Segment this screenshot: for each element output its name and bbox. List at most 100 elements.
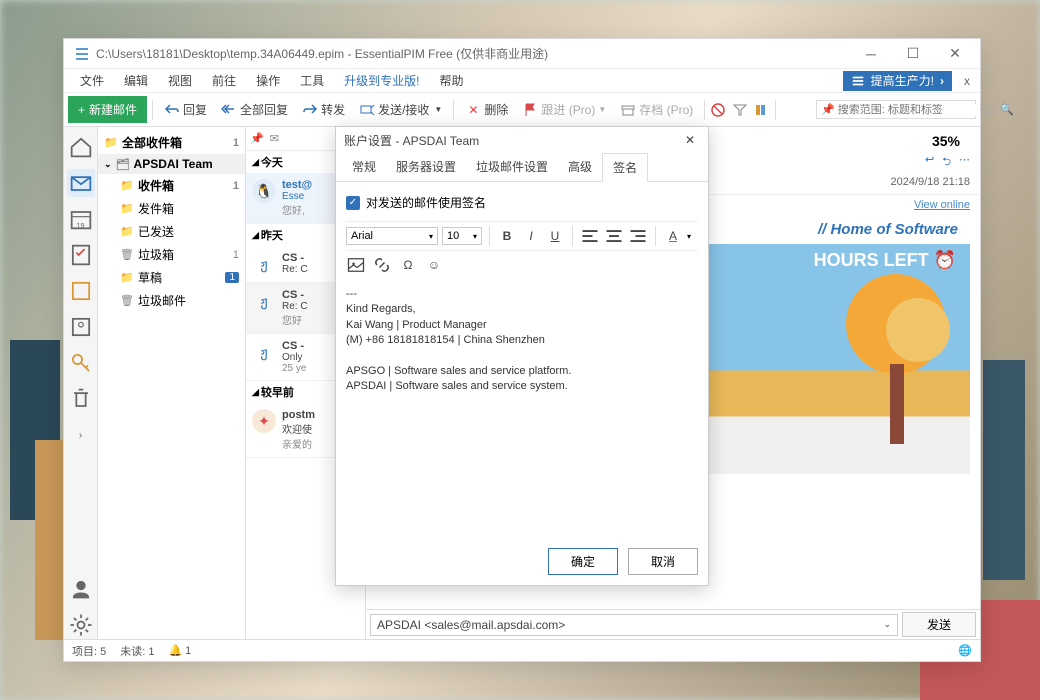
more-icon[interactable]: ⋯ xyxy=(959,153,970,172)
status-bell: 🔔1 xyxy=(168,644,191,657)
menu-tools[interactable]: 工具 xyxy=(290,69,334,92)
cancel-button[interactable]: 取消 xyxy=(628,548,698,575)
folder-pane: 📁 全部收件箱 1 ⌄ 🗂 APSDAI Team 📁 收件箱 1 📁 发件箱 … xyxy=(98,127,246,639)
window-title: C:\Users\18181\Desktop\temp.34A06449.epi… xyxy=(96,45,850,62)
promo-banner[interactable]: 提高生产力! › xyxy=(843,71,952,91)
nav-mail[interactable] xyxy=(67,169,95,197)
outbox-icon: 📁 xyxy=(120,202,134,216)
emoji-button[interactable]: ☺ xyxy=(424,255,444,275)
promo-close-button[interactable]: x xyxy=(960,74,974,88)
folder-sent[interactable]: 📁 已发送 xyxy=(98,220,245,243)
avatar: ✦ xyxy=(252,409,276,433)
promo-icon xyxy=(851,74,865,88)
menu-help[interactable]: 帮助 xyxy=(429,69,473,92)
reply-all-button[interactable]: 全部回复 xyxy=(215,97,294,122)
globe-icon[interactable]: 🌐 xyxy=(958,644,972,657)
close-button[interactable]: ✕ xyxy=(934,40,976,68)
reply-all-icon[interactable]: ⮌ xyxy=(942,153,951,172)
search-input[interactable] xyxy=(838,104,980,116)
dialog-title: 账户设置 - APSDAI Team xyxy=(344,132,479,149)
tab-server[interactable]: 服务器设置 xyxy=(386,153,466,181)
search-box[interactable]: 📌 <Ct 🔍 xyxy=(816,100,976,119)
nav-settings[interactable] xyxy=(67,611,95,639)
reply-all-icon xyxy=(221,102,237,118)
reply-button[interactable]: 回复 xyxy=(158,97,213,122)
maximize-button[interactable]: ☐ xyxy=(892,40,934,68)
image-button[interactable] xyxy=(346,255,366,275)
symbol-button[interactable]: Ω xyxy=(398,255,418,275)
folder-outbox[interactable]: 📁 发件箱 xyxy=(98,197,245,220)
tab-advanced[interactable]: 高级 xyxy=(558,153,602,181)
folder-inbox[interactable]: 📁 收件箱 1 xyxy=(98,174,245,197)
tab-general[interactable]: 常规 xyxy=(342,153,386,181)
new-mail-button[interactable]: + 新建邮件 xyxy=(68,96,147,123)
italic-button[interactable]: I xyxy=(521,226,541,246)
font-select[interactable]: Arial▾ xyxy=(346,227,438,245)
align-center-button[interactable] xyxy=(604,226,624,246)
dropdown-icon: ▼ xyxy=(434,105,442,114)
menu-file[interactable]: 文件 xyxy=(70,69,114,92)
columns-icon[interactable] xyxy=(754,102,770,118)
forward-button[interactable]: 转发 xyxy=(296,97,351,122)
status-unread: 未读: 1 xyxy=(120,643,154,659)
inbox-icon: 📁 xyxy=(120,179,134,193)
menu-actions[interactable]: 操作 xyxy=(246,69,290,92)
pin-icon[interactable]: 📌 xyxy=(250,132,264,145)
filter-icon[interactable] xyxy=(732,102,748,118)
nav-passwords[interactable] xyxy=(67,349,95,377)
align-left-button[interactable] xyxy=(580,226,600,246)
follow-button[interactable]: 跟进 (Pro)▼ xyxy=(516,97,612,122)
tab-spam[interactable]: 垃圾邮件设置 xyxy=(466,153,558,181)
bold-button[interactable]: B xyxy=(497,226,517,246)
send-button[interactable]: 发送 xyxy=(902,612,976,637)
nav-calendar[interactable]: 19 xyxy=(67,205,95,233)
folder-all-inbox[interactable]: 📁 全部收件箱 1 xyxy=(98,131,245,154)
menu-go[interactable]: 前往 xyxy=(202,69,246,92)
nav-home[interactable] xyxy=(67,133,95,161)
size-select[interactable]: 10▾ xyxy=(442,227,482,245)
block-icon[interactable] xyxy=(710,102,726,118)
dialog-close-button[interactable]: ✕ xyxy=(680,130,700,150)
align-right-button[interactable] xyxy=(628,226,648,246)
underline-button[interactable]: U xyxy=(545,226,565,246)
nav-expand[interactable]: › xyxy=(67,421,95,449)
checkbox-label: 对发送的邮件使用签名 xyxy=(366,194,486,211)
signature-editor[interactable]: --- Kind Regards, Kai Wang | Product Man… xyxy=(346,283,698,530)
ok-button[interactable]: 确定 xyxy=(548,548,618,575)
search-icon[interactable]: 🔍 xyxy=(1000,103,1014,116)
nav-tasks[interactable] xyxy=(67,241,95,269)
spam-icon: 🗑 xyxy=(120,294,134,308)
folder-account[interactable]: ⌄ 🗂 APSDAI Team xyxy=(98,154,245,174)
trash-icon: 🗑 xyxy=(120,248,134,262)
reply-icon[interactable]: ↩ xyxy=(925,153,934,172)
view-online-link[interactable]: View online xyxy=(914,199,970,211)
use-signature-checkbox[interactable]: ✓ 对发送的邮件使用签名 xyxy=(346,190,698,221)
folder-icon: 📁 xyxy=(104,136,118,150)
send-receive-button[interactable]: 发送/接收▼ xyxy=(353,97,448,122)
menu-edit[interactable]: 编辑 xyxy=(114,69,158,92)
folder-drafts[interactable]: 📁 草稿 1 xyxy=(98,266,245,289)
chevron-down-icon[interactable]: ▾ xyxy=(687,232,691,241)
folder-trash[interactable]: 🗑 垃圾箱 1 xyxy=(98,243,245,266)
link-button[interactable] xyxy=(372,255,392,275)
nav-notes[interactable] xyxy=(67,277,95,305)
account-select[interactable]: APSDAI <sales@mail.apsdai.com> ⌄ xyxy=(370,614,898,636)
nav-contacts[interactable] xyxy=(67,313,95,341)
folder-spam[interactable]: 🗑 垃圾邮件 xyxy=(98,289,245,312)
font-color-button[interactable]: A xyxy=(663,226,683,246)
minimize-button[interactable]: ─ xyxy=(850,40,892,68)
menu-upgrade[interactable]: 升级到专业版! xyxy=(334,69,429,92)
menu-view[interactable]: 视图 xyxy=(158,69,202,92)
delete-button[interactable]: ✕删除 xyxy=(459,97,514,122)
flag-icon xyxy=(522,102,538,118)
toolbar: + 新建邮件 回复 全部回复 转发 发送/接收▼ ✕删除 跟进 (Pro)▼ 存… xyxy=(64,93,980,127)
titlebar: C:\Users\18181\Desktop\temp.34A06449.epi… xyxy=(64,39,980,69)
avatar: ჟ xyxy=(252,340,276,364)
archive-button[interactable]: 存档 (Pro) xyxy=(614,97,699,122)
dialog-tabs: 常规 服务器设置 垃圾邮件设置 高级 签名 xyxy=(336,153,708,182)
envelope-icon[interactable]: ✉ xyxy=(270,132,279,145)
nav-profile[interactable] xyxy=(67,575,95,603)
tab-signature[interactable]: 签名 xyxy=(602,153,648,182)
nav-trash[interactable] xyxy=(67,385,95,413)
promo-text: 提高生产力! xyxy=(871,72,934,89)
